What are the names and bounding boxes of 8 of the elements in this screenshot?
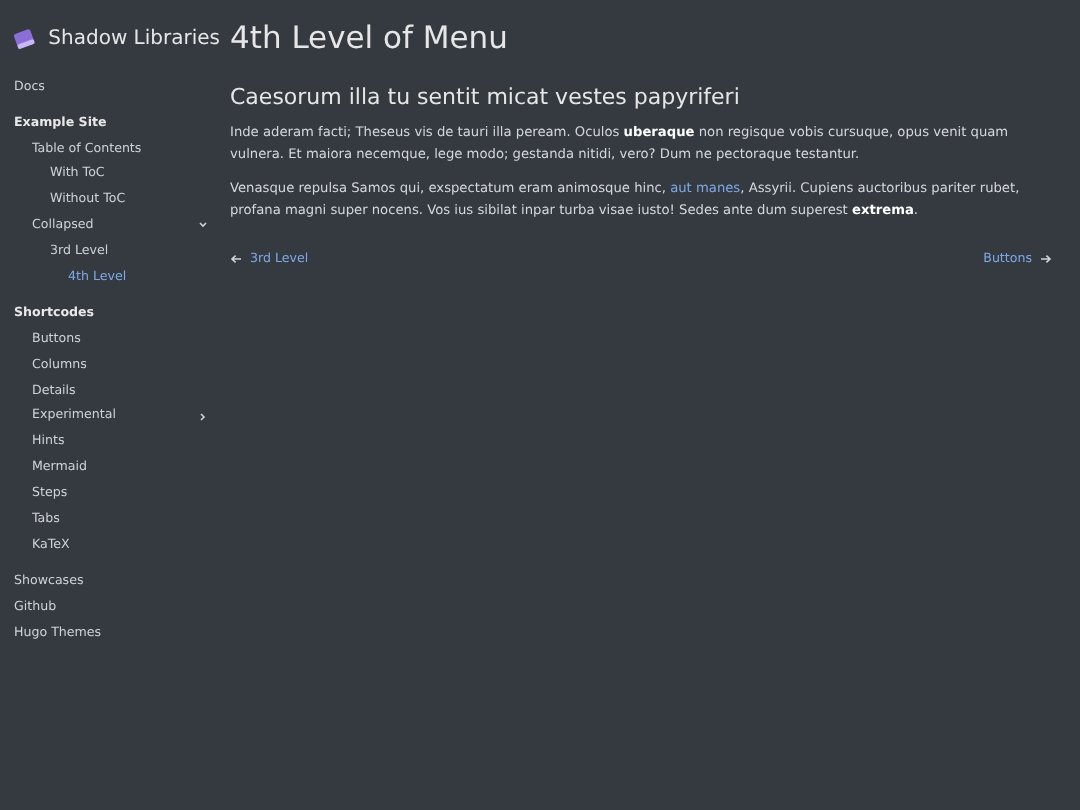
arrow-right-icon — [1040, 254, 1052, 264]
page-title: 4th Level of Menu — [230, 20, 510, 58]
arrow-left-icon — [230, 254, 242, 264]
site-title[interactable]: Shadow Libraries — [48, 24, 220, 54]
book-icon — [12, 26, 37, 52]
section-heading: Caesorum illa tu sentit micat vestes papyriferi — [230, 83, 742, 110]
chevron-down-icon — [198, 220, 208, 231]
chevron-right-icon — [198, 411, 208, 422]
